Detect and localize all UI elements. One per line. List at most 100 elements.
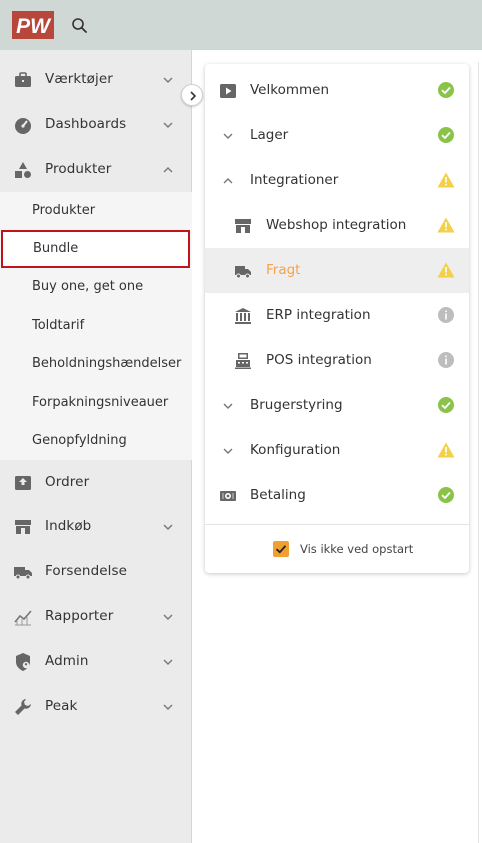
search-icon[interactable]	[70, 16, 90, 36]
sidebar-item-peak[interactable]: Peak	[0, 684, 192, 729]
logo-text: PW	[16, 15, 52, 38]
warning-icon	[437, 442, 455, 458]
submenu-item-label: Toldtarif	[32, 318, 85, 333]
warning-icon	[437, 172, 455, 188]
truck-icon	[14, 567, 32, 580]
hide-on-startup-label[interactable]: Vis ikke ved opstart	[300, 542, 413, 556]
info-icon	[438, 307, 454, 323]
check-circle-icon	[438, 487, 454, 503]
truck-icon	[235, 266, 251, 279]
sidebar-item-indkoeb[interactable]: Indkøb	[0, 504, 192, 549]
setup-guide-card: Velkommen Lager Integrationer Webshop in…	[205, 64, 469, 573]
sidebar-item-admin[interactable]: Admin	[0, 639, 192, 684]
submenu-item-toldtarif[interactable]: Toldtarif	[0, 307, 192, 345]
bank-icon	[235, 308, 251, 324]
setup-step-erp-integration[interactable]: ERP integration	[205, 293, 469, 338]
setup-step-label: POS integration	[266, 352, 372, 368]
content-panel-edge	[478, 62, 482, 843]
submenu-item-label: Buy one, get one	[32, 279, 144, 294]
setup-step-fragt[interactable]: Fragt	[205, 248, 469, 293]
setup-step-betaling[interactable]: Betaling	[205, 473, 469, 518]
sidebar-item-label: Rapporter	[45, 608, 114, 624]
setup-step-label: Fragt	[266, 262, 301, 278]
sidebar: Værktøjer Dashboards Produkter Produkter…	[0, 50, 192, 843]
shield-person-icon	[16, 653, 30, 671]
setup-step-velkommen[interactable]: Velkommen	[205, 68, 469, 113]
setup-step-label: Velkommen	[250, 82, 330, 98]
submenu-item-label: Genopfyldning	[32, 433, 127, 448]
sidebar-item-label: Peak	[45, 698, 78, 714]
chevron-down-icon	[163, 659, 173, 665]
cash-icon	[220, 491, 236, 501]
briefcase-icon	[15, 72, 31, 87]
check-circle-icon	[438, 127, 454, 143]
sidebar-item-forsendelse[interactable]: Forsendelse	[0, 549, 192, 594]
setup-step-brugerstyring[interactable]: Brugerstyring	[205, 383, 469, 428]
sidebar-item-dashboards[interactable]: Dashboards	[0, 102, 192, 147]
speedometer-icon	[15, 118, 31, 134]
sidebar-collapse-button[interactable]	[181, 84, 203, 106]
chevron-right-icon	[190, 91, 197, 101]
submenu-item-label: Beholdningshændelser	[32, 356, 182, 371]
setup-step-label: Betaling	[250, 487, 306, 503]
store-icon	[15, 520, 31, 534]
sidebar-item-vaerktoejer[interactable]: Værktøjer	[0, 57, 192, 102]
submenu-item-label: Forpakningsniveauer	[32, 395, 169, 410]
submenu-item-buy-one-get-one[interactable]: Buy one, get one	[0, 268, 192, 306]
submenu-item-label: Bundle	[33, 241, 79, 256]
submenu-item-bundle[interactable]: Bundle	[1, 230, 190, 268]
chevron-down-icon	[223, 403, 233, 409]
sidebar-item-label: Værktøjer	[45, 71, 113, 87]
submenu-item-beholdningshaendelser[interactable]: Beholdningshændelser	[0, 345, 192, 383]
chevron-down-icon	[223, 448, 233, 454]
setup-step-label: ERP integration	[266, 307, 371, 323]
chevron-down-icon	[223, 133, 233, 139]
submenu-item-produkter[interactable]: Produkter	[0, 192, 192, 230]
submenu-item-forpakningsniveauer[interactable]: Forpakningsniveauer	[0, 384, 192, 422]
submenu-item-genopfyldning[interactable]: Genopfyldning	[0, 422, 192, 460]
shapes-icon	[15, 162, 31, 178]
setup-step-integrationer[interactable]: Integrationer	[205, 158, 469, 203]
setup-step-lager[interactable]: Lager	[205, 113, 469, 158]
card-divider	[205, 524, 469, 525]
setup-step-label: Integrationer	[250, 172, 339, 188]
sidebar-item-label: Admin	[45, 653, 89, 669]
produkter-submenu: Produkter Bundle Buy one, get one Toldta…	[0, 192, 192, 460]
check-circle-icon	[438, 82, 454, 98]
play-icon	[220, 84, 236, 98]
sidebar-item-label: Dashboards	[45, 116, 127, 132]
chevron-down-icon	[163, 614, 173, 620]
chevron-down-icon	[163, 77, 173, 83]
hide-on-startup-checkbox[interactable]	[273, 541, 289, 557]
store-icon	[235, 219, 251, 233]
check-circle-icon	[438, 397, 454, 413]
setup-step-label: Brugerstyring	[250, 397, 343, 413]
sidebar-item-ordrer[interactable]: Ordrer	[0, 460, 192, 505]
chart-line-icon	[14, 610, 32, 626]
chevron-down-icon	[163, 704, 173, 710]
chevron-up-icon	[223, 178, 233, 184]
setup-step-pos-integration[interactable]: POS integration	[205, 338, 469, 383]
sidebar-item-produkter[interactable]: Produkter	[0, 147, 192, 192]
top-bar: PW	[0, 0, 482, 50]
sidebar-item-rapporter[interactable]: Rapporter	[0, 594, 192, 639]
setup-step-label: Lager	[250, 127, 289, 143]
info-icon	[438, 352, 454, 368]
pw-logo[interactable]: PW	[12, 11, 54, 39]
chevron-up-icon	[163, 167, 173, 173]
warning-icon	[437, 262, 455, 278]
sidebar-item-label: Forsendelse	[45, 563, 128, 579]
submenu-item-label: Produkter	[32, 203, 96, 218]
wrench-icon	[15, 699, 31, 715]
sidebar-item-label: Produkter	[45, 161, 112, 177]
setup-step-label: Konfiguration	[250, 442, 341, 458]
sidebar-item-label: Indkøb	[45, 518, 92, 534]
chevron-down-icon	[163, 524, 173, 530]
warning-icon	[437, 217, 455, 233]
setup-step-webshop-integration[interactable]: Webshop integration	[205, 203, 469, 248]
setup-step-label: Webshop integration	[266, 217, 407, 233]
register-icon	[235, 353, 251, 369]
inbox-upload-icon	[15, 476, 31, 490]
chevron-down-icon	[163, 122, 173, 128]
setup-step-konfiguration[interactable]: Konfiguration	[205, 428, 469, 473]
